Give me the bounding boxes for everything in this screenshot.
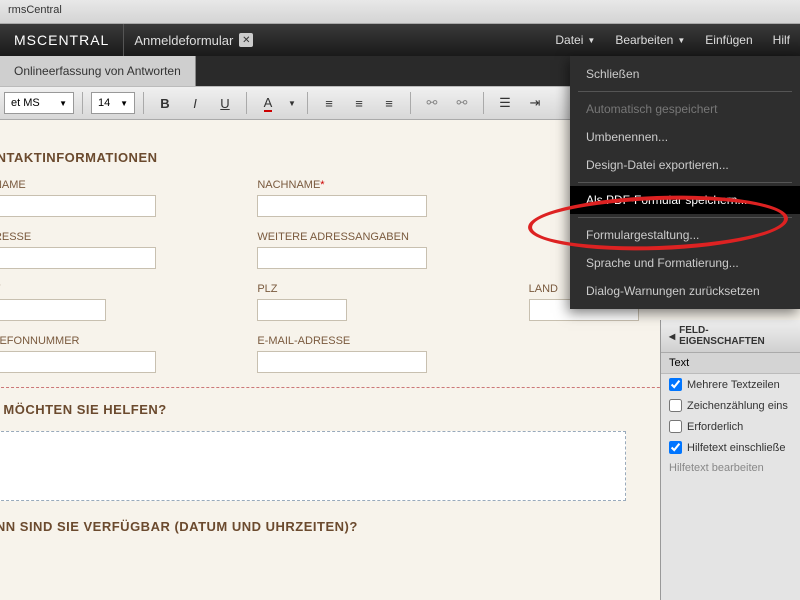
label-adresse2: WEITERE ADRESSANGABEN — [257, 231, 498, 243]
section-divider — [0, 387, 770, 388]
chevron-down-icon: ▼ — [677, 36, 685, 45]
textarea-help[interactable] — [0, 431, 626, 501]
section-availability-heading: ANN SIND SIE VERFÜGBAR (DATUM UND UHRZEI… — [0, 519, 770, 534]
bold-button[interactable]: B — [152, 91, 178, 115]
input-plz[interactable] — [257, 299, 347, 321]
app-brand: MSCENTRAL — [0, 24, 124, 56]
panel-header[interactable]: ◀FELD-EIGENSCHAFTEN — [661, 320, 800, 353]
label-email: E-MAIL-ADRESSE — [257, 335, 498, 347]
check-required[interactable]: Erforderlich — [661, 416, 800, 437]
font-color-dropdown[interactable]: ▼ — [285, 91, 299, 115]
label-adresse: DRESSE — [0, 231, 227, 243]
separator — [483, 92, 484, 114]
menuitem-umbenennen[interactable]: Umbenennen... — [570, 123, 800, 151]
label-ort: RT — [0, 283, 227, 295]
separator — [246, 92, 247, 114]
indent-button[interactable]: ⇥ — [522, 91, 548, 115]
input-ort[interactable] — [0, 299, 106, 321]
document-name: Anmeldeformular — [134, 33, 233, 48]
tab-responses[interactable]: Onlineerfassung von Antworten — [0, 56, 196, 86]
check-multiline[interactable]: Mehrere Textzeilen — [661, 374, 800, 395]
fontsize-select[interactable]: 14▼ — [91, 92, 135, 114]
separator — [307, 92, 308, 114]
italic-button[interactable]: I — [182, 91, 208, 115]
window-titlebar: rmsCentral — [0, 0, 800, 24]
input-adresse[interactable] — [0, 247, 156, 269]
label-telefon: ELEFONNUMMER — [0, 335, 227, 347]
menuitem-export-design[interactable]: Design-Datei exportieren... — [570, 151, 800, 179]
input-telefon[interactable] — [0, 351, 156, 373]
label-vorname: RNAME — [0, 179, 227, 191]
input-nachname[interactable] — [257, 195, 427, 217]
close-tab-icon[interactable]: ✕ — [239, 33, 253, 47]
input-vorname[interactable] — [0, 195, 156, 217]
menuitem-save-pdf[interactable]: Als PDF-Formular speichern... — [570, 186, 800, 214]
menu-hilfe[interactable]: Hilf — [763, 24, 800, 56]
menu-datei[interactable]: Datei▼ — [545, 24, 605, 56]
font-color-button[interactable]: A — [255, 91, 281, 115]
menu-bearbeiten[interactable]: Bearbeiten▼ — [605, 24, 695, 56]
menuitem-dialog-reset[interactable]: Dialog-Warnungen zurücksetzen — [570, 277, 800, 305]
menubar: MSCENTRAL Anmeldeformular ✕ Datei▼ Bearb… — [0, 24, 800, 56]
align-left-button[interactable]: ≡ — [316, 91, 342, 115]
menu-separator — [578, 182, 792, 183]
font-select[interactable]: et MS▼ — [4, 92, 74, 114]
menuitem-schliessen[interactable]: Schließen — [570, 60, 800, 88]
separator — [410, 92, 411, 114]
menuitem-autosaved: Automatisch gespeichert — [570, 95, 800, 123]
list-button[interactable]: ☰ — [492, 91, 518, 115]
section-help-heading: IE MÖCHTEN SIE HELFEN? — [0, 402, 770, 417]
align-right-button[interactable]: ≡ — [376, 91, 402, 115]
separator — [143, 92, 144, 114]
properties-panel: ◀FELD-EIGENSCHAFTEN Text Mehrere Textzei… — [660, 320, 800, 600]
menuitem-gestaltung[interactable]: Formulargestaltung... — [570, 221, 800, 249]
datei-dropdown: Schließen Automatisch gespeichert Umbene… — [570, 56, 800, 309]
check-charcount[interactable]: Zeichenzählung eins — [661, 395, 800, 416]
document-tab[interactable]: Anmeldeformular ✕ — [124, 24, 263, 56]
menu-separator — [578, 217, 792, 218]
link-edit-helptext[interactable]: Hilfetext bearbeiten — [661, 458, 800, 478]
chevron-down-icon: ▼ — [59, 99, 67, 108]
align-center-button[interactable]: ≡ — [346, 91, 372, 115]
unlink-button[interactable]: ⚯ — [449, 91, 475, 115]
separator — [82, 92, 83, 114]
triangle-left-icon: ◀ — [669, 332, 675, 341]
menu-separator — [578, 91, 792, 92]
input-adresse2[interactable] — [257, 247, 427, 269]
label-plz: PLZ — [257, 283, 498, 295]
accordion-text[interactable]: Text — [661, 353, 800, 374]
label-nachname: NACHNAME* — [257, 179, 498, 191]
menu-einfugen[interactable]: Einfügen — [695, 24, 762, 56]
check-helptext[interactable]: Hilfetext einschließe — [661, 437, 800, 458]
chevron-down-icon: ▼ — [120, 99, 128, 108]
underline-button[interactable]: U — [212, 91, 238, 115]
menuitem-sprache[interactable]: Sprache und Formatierung... — [570, 249, 800, 277]
link-button[interactable]: ⚯ — [419, 91, 445, 115]
chevron-down-icon: ▼ — [587, 36, 595, 45]
input-email[interactable] — [257, 351, 427, 373]
